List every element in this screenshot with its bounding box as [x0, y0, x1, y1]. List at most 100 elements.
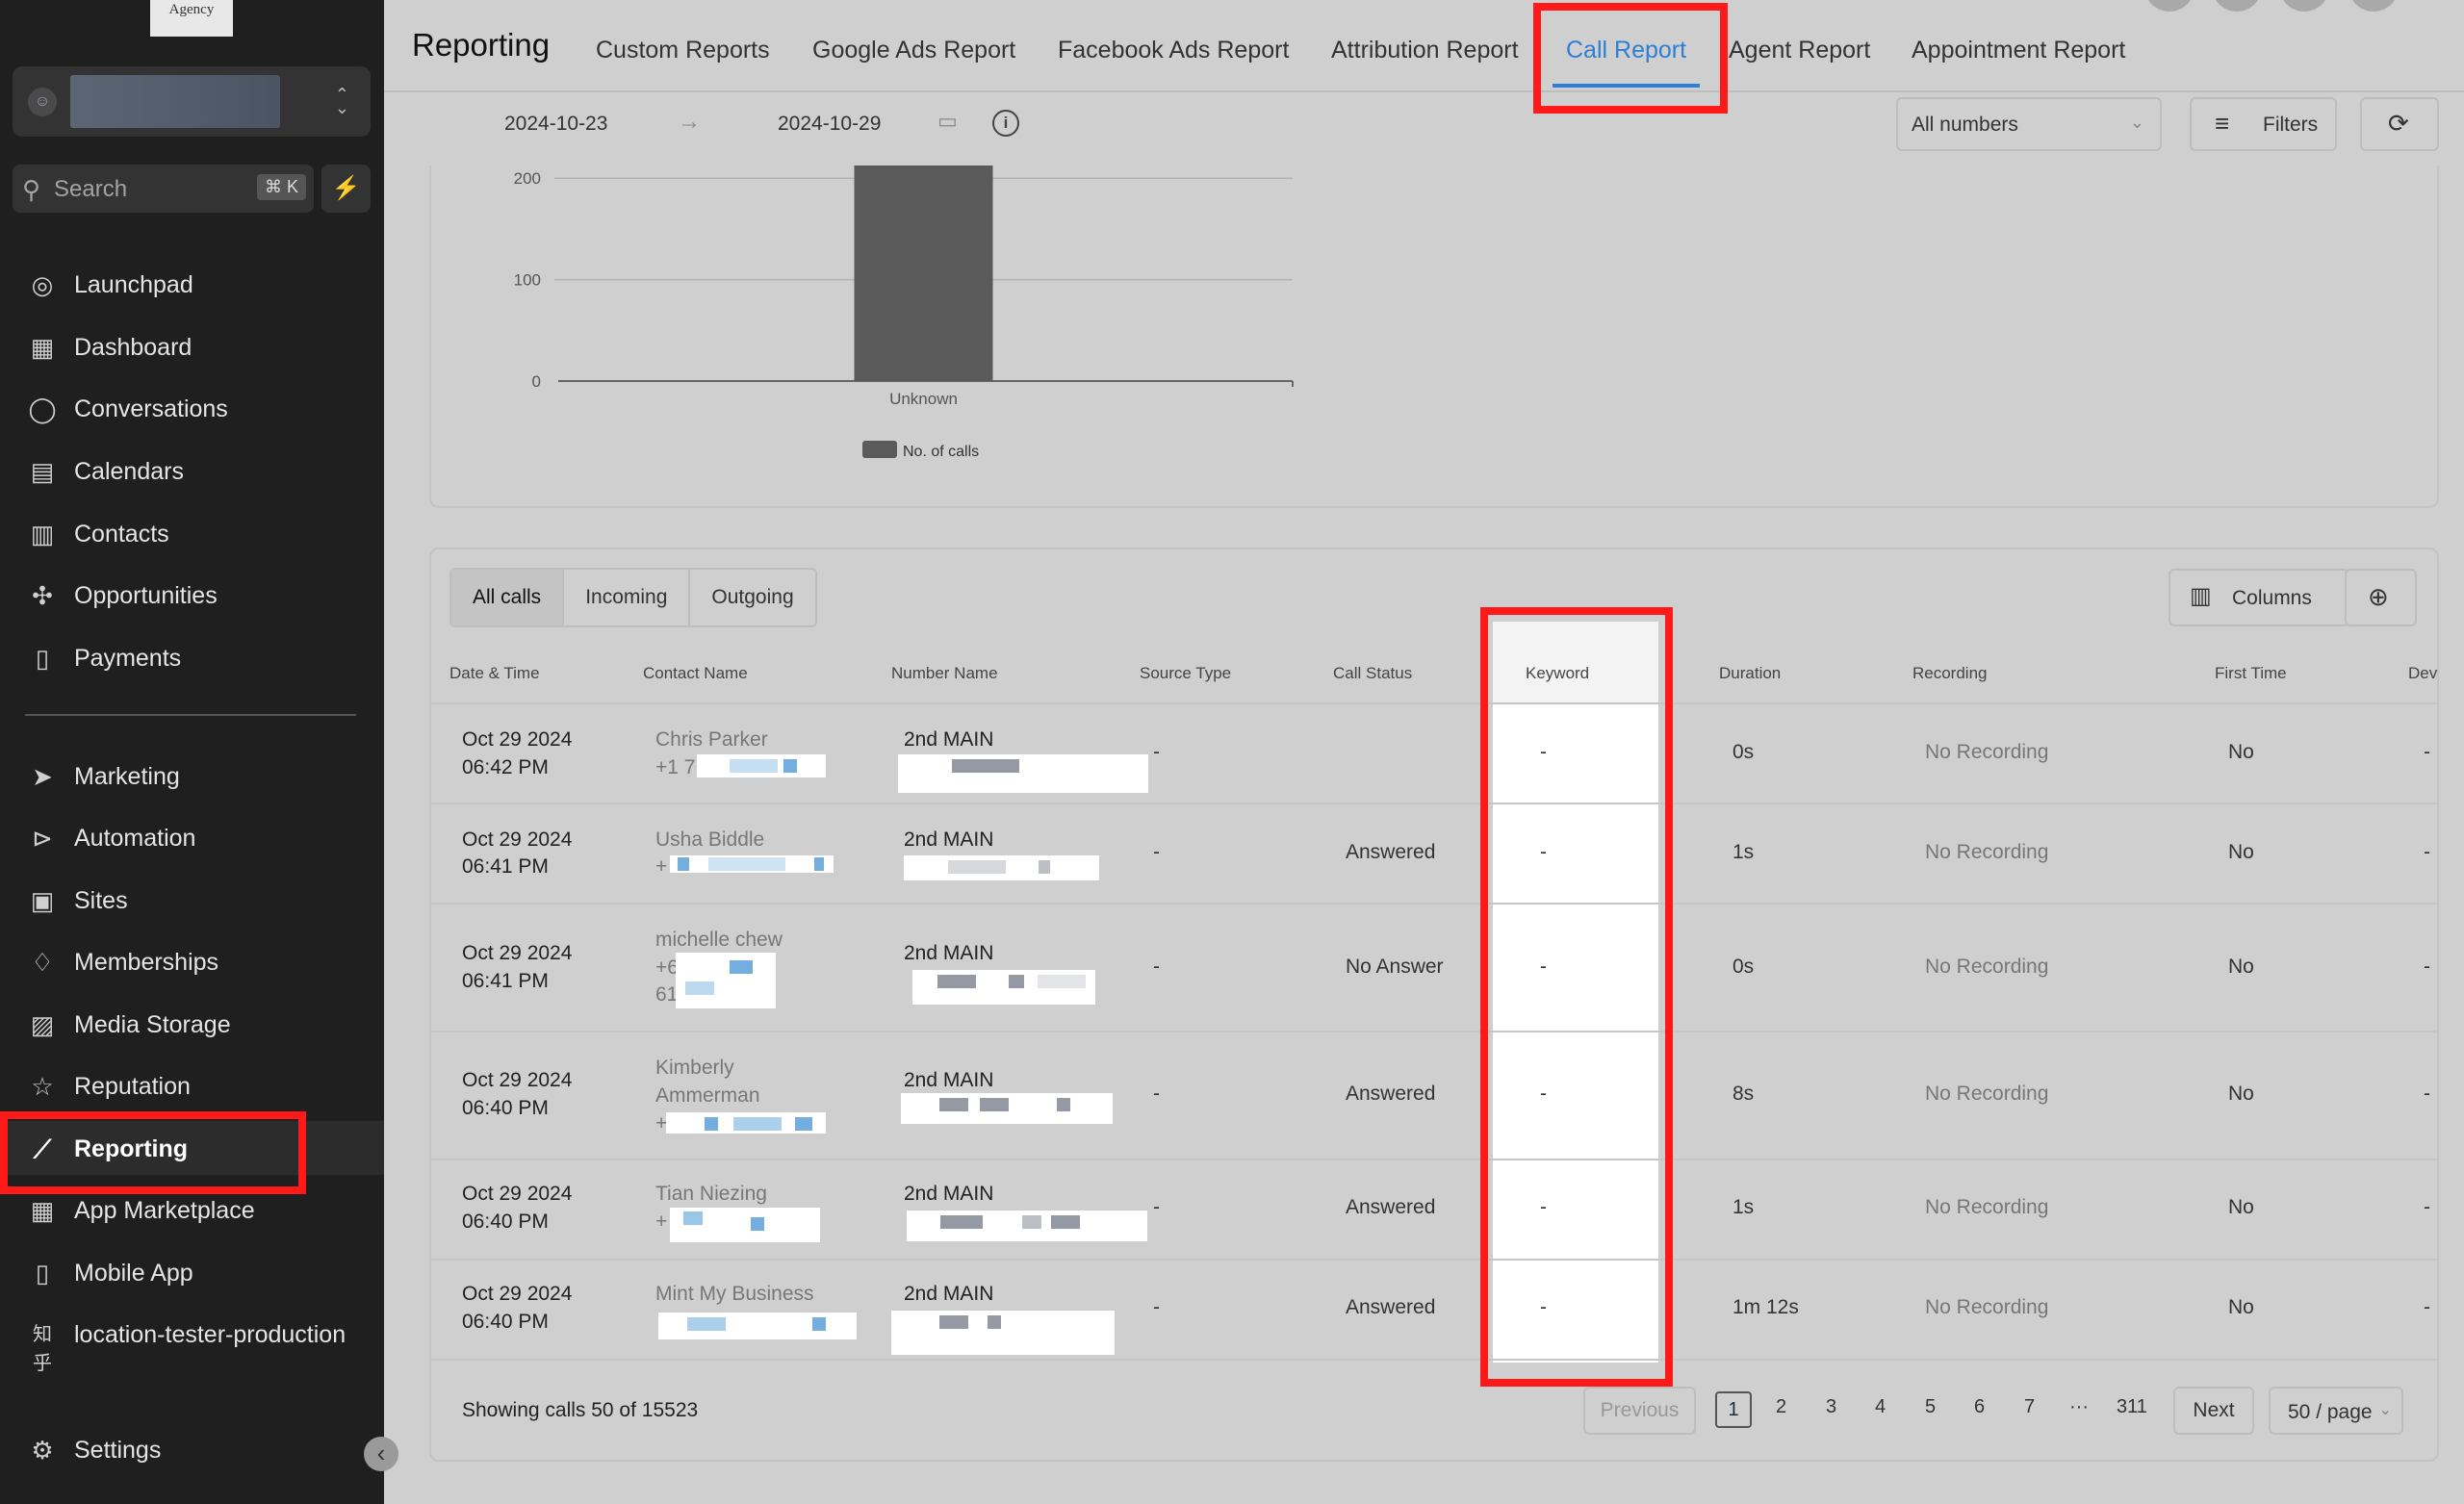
row-6-contact[interactable]: Mint My Business	[655, 1283, 814, 1306]
phone-icon: ▯	[35, 1259, 50, 1287]
row-3-dev: -	[2424, 956, 2430, 978]
row-3-number: 2nd MAIN	[904, 942, 994, 964]
tab-custom-reports[interactable]: Custom Reports	[596, 37, 770, 64]
page-5-button[interactable]: 5	[1925, 1396, 1936, 1418]
sidebar-item-reporting[interactable]: ⟋ Reporting	[0, 1121, 384, 1175]
column-header-source-type[interactable]: Source Type	[1140, 664, 1231, 683]
row-2-contact[interactable]: Usha Biddle	[655, 828, 764, 852]
calls-bar-chart: 0 100 200 Unknown No. of calls	[514, 166, 1294, 460]
tab-facebook-ads-report[interactable]: Facebook Ads Report	[1058, 37, 1289, 64]
chevron-down-icon: ⌄	[2378, 1402, 2392, 1418]
redacted-phone	[697, 754, 826, 777]
quick-actions-button[interactable]: ⚡	[321, 165, 371, 213]
sidebar-item-reputation[interactable]: ☆ Reputation	[0, 1058, 384, 1112]
row-5-number: 2nd MAIN	[904, 1183, 994, 1205]
page-311-button[interactable]: 311	[2117, 1396, 2147, 1418]
segment-all-calls[interactable]: All calls	[451, 570, 565, 625]
column-header-date-time[interactable]: Date & Time	[449, 664, 540, 683]
row-1-duration: 0s	[1732, 741, 1755, 763]
page-3-button[interactable]: 3	[1826, 1396, 1836, 1418]
redacted-number	[901, 1093, 1113, 1124]
column-header-contact-name[interactable]: Contact Name	[643, 664, 748, 683]
row-3-recording: No Recording	[1925, 956, 2049, 978]
row-3-contact[interactable]: michelle chew	[655, 929, 783, 952]
sidebar-item-calendars[interactable]: ▤ Calendars	[0, 444, 384, 497]
sidebar-item-memberships[interactable]: ♢ Memberships	[0, 934, 384, 988]
image-icon: ▨	[30, 1010, 55, 1039]
sidebar-item-media-storage[interactable]: ▨ Media Storage	[0, 997, 384, 1051]
sidebar-item-label: Memberships	[74, 949, 219, 976]
segment-outgoing[interactable]: Outgoing	[690, 570, 814, 625]
row-divider	[429, 903, 2439, 905]
column-header-number-name[interactable]: Number Name	[891, 664, 998, 683]
numbers-select[interactable]: All numbers ⌄	[1896, 97, 2162, 151]
tab-call-report[interactable]: Call Report	[1566, 37, 1686, 64]
row-3-keyword: -	[1540, 956, 1547, 978]
sidebar-item-settings[interactable]: ⚙ Settings	[0, 1422, 384, 1476]
page-2-button[interactable]: 2	[1776, 1396, 1786, 1418]
sidebar-item-automation[interactable]: ⊳ Automation	[0, 810, 384, 864]
columns-button[interactable]: ▥ Columns	[2169, 569, 2349, 626]
sidebar-item-location[interactable]: 知乎 location-tester-production	[0, 1307, 384, 1374]
row-1-contact[interactable]: Chris Parker	[655, 728, 768, 752]
sidebar-item-launchpad[interactable]: ◎ Launchpad	[0, 257, 384, 311]
page-4-button[interactable]: 4	[1875, 1396, 1886, 1418]
segment-incoming[interactable]: Incoming	[564, 570, 691, 625]
collapse-sidebar-button[interactable]: ‹	[364, 1437, 398, 1471]
previous-page-button[interactable]: Previous	[1583, 1387, 1696, 1435]
sidebar-item-mobile-app[interactable]: ▯ Mobile App	[0, 1245, 384, 1299]
page-size-value: 50 / page	[2288, 1401, 2373, 1423]
chat-icon: ◯	[28, 395, 57, 423]
sidebar-item-app-marketplace[interactable]: ▦ App Marketplace	[0, 1183, 384, 1236]
column-header-keyword[interactable]: Keyword	[1526, 664, 1589, 683]
agency-logo[interactable]: Agency	[150, 0, 233, 37]
star-icon: ☆	[31, 1072, 54, 1101]
sidebar-item-contacts[interactable]: ▥ Contacts	[0, 506, 384, 560]
gear-icon: ⚙	[31, 1436, 54, 1465]
calendar-icon: ▤	[30, 457, 55, 486]
sidebar-item-label: App Marketplace	[74, 1197, 255, 1224]
filters-button[interactable]: ≡ Filters	[2190, 97, 2337, 151]
redacted-number	[891, 1311, 1115, 1355]
sidebar-item-sites[interactable]: ▣ Sites	[0, 873, 384, 927]
page-6-button[interactable]: 6	[1974, 1396, 1985, 1418]
sidebar-item-opportunities[interactable]: ✣ Opportunities	[0, 568, 384, 622]
search-box[interactable]: ⚲ Search ⌘ K	[13, 165, 314, 213]
row-4-contact[interactable]: Kimberly	[655, 1057, 734, 1080]
download-button[interactable]: ⊕	[2345, 569, 2417, 626]
tab-attribution-report[interactable]: Attribution Report	[1331, 37, 1519, 64]
page-1-button[interactable]: 1	[1715, 1391, 1752, 1428]
column-header-call-status[interactable]: Call Status	[1333, 664, 1412, 683]
next-page-button[interactable]: Next	[2173, 1387, 2254, 1435]
row-5-time: 06:40 PM	[462, 1211, 549, 1233]
account-switcher[interactable]: ☺ ⌃ ⌄	[13, 66, 371, 137]
page-ellipsis[interactable]: ···	[2069, 1396, 2089, 1418]
row-3-contact-phone-2: 61	[655, 983, 679, 1006]
column-header-first-time[interactable]: First Time	[2215, 664, 2287, 683]
tab-appointment-report[interactable]: Appointment Report	[1912, 37, 2125, 64]
column-header-recording[interactable]: Recording	[1912, 664, 1988, 683]
row-5-contact[interactable]: Tian Niezing	[655, 1183, 767, 1206]
row-4-source: -	[1153, 1083, 1160, 1105]
badge-icon: ♢	[31, 948, 54, 977]
sidebar-item-payments[interactable]: ▯ Payments	[0, 630, 384, 684]
page-7-button[interactable]: 7	[2024, 1396, 2035, 1418]
column-header-duration[interactable]: Duration	[1719, 664, 1781, 683]
sidebar-item-dashboard[interactable]: ▦ Dashboard	[0, 319, 384, 373]
tab-google-ads-report[interactable]: Google Ads Report	[812, 37, 1015, 64]
page-size-select[interactable]: 50 / page ⌄	[2269, 1387, 2403, 1435]
row-2-time: 06:41 PM	[462, 855, 549, 878]
row-6-duration: 1m 12s	[1732, 1296, 1799, 1318]
refresh-button[interactable]: ⟳	[2360, 97, 2439, 151]
row-4-date: Oct 29 2024	[462, 1069, 573, 1091]
sidebar-item-conversations[interactable]: ◯ Conversations	[0, 381, 384, 435]
tab-agent-report[interactable]: Agent Report	[1729, 37, 1870, 64]
logo-text: Agency	[168, 2, 215, 17]
info-icon[interactable]: i	[992, 110, 1019, 137]
row-5-recording: No Recording	[1925, 1196, 2049, 1218]
column-header-dev[interactable]: Dev	[2408, 664, 2437, 683]
sidebar-item-marketing[interactable]: ➤ Marketing	[0, 749, 384, 803]
row-4-recording: No Recording	[1925, 1083, 2049, 1105]
row-4-first-time: No	[2228, 1083, 2254, 1105]
date-range-picker[interactable]: 2024-10-23 → 2024-10-29 ▭	[429, 97, 978, 151]
